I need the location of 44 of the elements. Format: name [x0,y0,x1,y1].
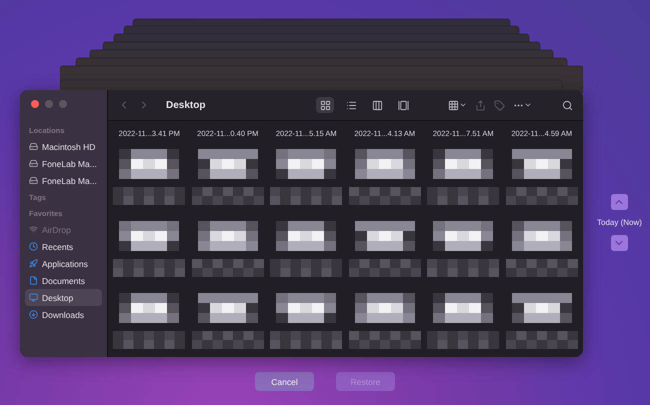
caret-icon[interactable] [524,101,532,109]
sidebar-item[interactable]: Macintosh HD [25,138,102,155]
sidebar-item[interactable]: Recents [25,238,102,255]
close-button[interactable] [31,100,39,108]
pixelated-thumbnail [198,293,258,323]
sidebar-item[interactable]: Applications [25,255,102,272]
pixelated-thumbnail [354,149,415,179]
rocket-icon [29,259,38,268]
pixelated-thumbnail [276,221,336,251]
pixelated-thumbnail [276,293,336,323]
window-title: Desktop [166,100,206,110]
download-icon [29,310,38,319]
pixelated-thumbnail [119,293,180,323]
grid-view-icon[interactable] [316,97,334,113]
pixelated-thumbnail [276,149,336,179]
grid-icon[interactable] [448,100,459,110]
clock-icon [29,242,38,251]
drive-icon [29,159,38,168]
pixelated-thumbnail [433,221,494,251]
wifi-icon [29,225,38,234]
pixelated-thumbnail [512,149,572,179]
pixelated-thumbnail [512,293,572,323]
search-icon[interactable] [562,100,573,110]
document-icon [29,276,38,285]
drive-icon [29,176,38,185]
pixelated-thumbnail [119,149,180,179]
monitor-icon [29,293,38,302]
sidebar-item[interactable]: FoneLab Ma... [25,155,102,172]
pixelated-thumbnail [354,221,415,251]
pixelated-thumbnail [354,293,415,323]
pixelated-thumbnail [198,221,258,251]
sidebar-item[interactable]: Documents [25,272,102,289]
caret-icon[interactable] [459,101,467,109]
pixelated-thumbnail [119,221,180,251]
drive-icon [29,142,38,151]
pixelated-thumbnail [512,221,572,251]
pixelated-thumbnail [433,293,494,323]
pixelated-thumbnail [198,149,258,179]
sidebar-item[interactable]: FoneLab Ma... [25,172,102,189]
timeline-label: Today (Now) [597,218,642,227]
sidebar-item[interactable]: Downloads [25,306,102,323]
pixelated-thumbnail [433,149,494,179]
cancel-button[interactable]: Cancel [255,372,314,391]
sidebar-item[interactable]: Desktop [25,289,102,306]
